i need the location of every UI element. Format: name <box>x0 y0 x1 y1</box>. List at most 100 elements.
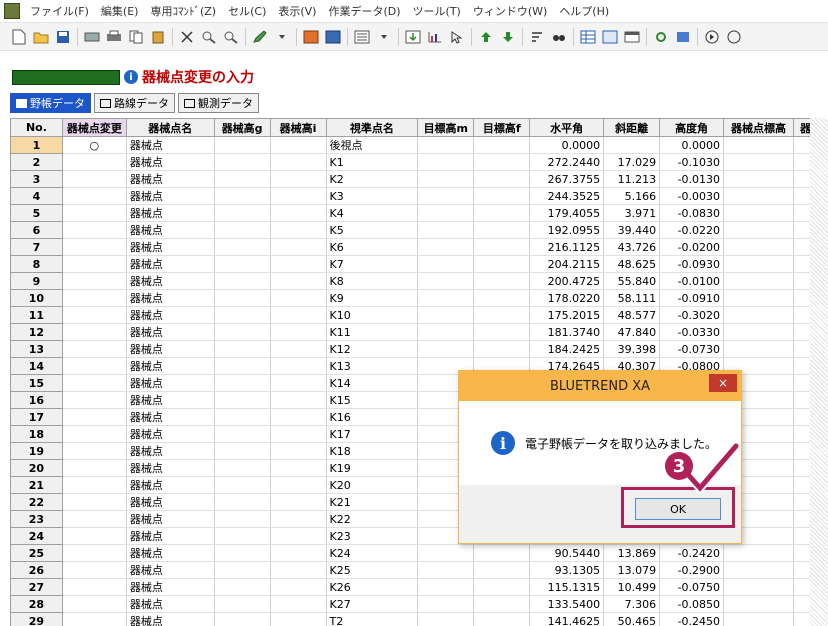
chart-icon[interactable] <box>425 27 445 47</box>
new-file-icon[interactable] <box>9 27 29 47</box>
dropdown-arrow-icon[interactable] <box>374 27 394 47</box>
table-cell[interactable]: 器械点 <box>126 221 215 239</box>
table-cell[interactable] <box>214 170 271 188</box>
table-row[interactable]: 2 器械点 K1 272.2440 17.029 -0.1030 <box>10 153 818 171</box>
table-cell[interactable] <box>473 578 531 596</box>
table-cell[interactable]: 50.465 <box>603 612 661 626</box>
table-cell[interactable] <box>214 238 271 256</box>
table-cell[interactable] <box>214 425 271 443</box>
table-cell[interactable]: K20 <box>326 476 419 494</box>
table-cell[interactable]: 58.111 <box>603 289 661 307</box>
table-cell[interactable] <box>723 153 794 171</box>
table-cell[interactable]: 器械点 <box>126 391 215 409</box>
grid-icon[interactable] <box>600 27 620 47</box>
print-icon[interactable] <box>104 27 124 47</box>
table-cell[interactable] <box>723 238 794 256</box>
table-cell[interactable] <box>417 544 475 562</box>
table-cell[interactable]: 器械点 <box>126 289 215 307</box>
table-cell[interactable]: K13 <box>326 357 419 375</box>
table-cell[interactable]: K14 <box>326 374 419 392</box>
close-icon[interactable]: × <box>709 374 737 392</box>
table-cell[interactable] <box>417 289 475 307</box>
table-cell[interactable] <box>62 187 127 205</box>
table-cell[interactable] <box>723 544 794 562</box>
table-row[interactable]: 9 器械点 K8 200.4725 55.840 -0.0100 <box>10 272 818 290</box>
table-cell[interactable]: K21 <box>326 493 419 511</box>
table-cell[interactable]: K23 <box>326 527 419 545</box>
table-cell[interactable] <box>270 374 327 392</box>
table-cell[interactable]: K6 <box>326 238 419 256</box>
table-cell[interactable]: -0.0030 <box>659 187 725 205</box>
table-cell[interactable] <box>62 323 127 341</box>
table-cell[interactable]: 5.166 <box>603 187 661 205</box>
table-cell[interactable] <box>473 204 531 222</box>
table-cell[interactable]: 器械点 <box>126 561 215 579</box>
table-cell[interactable]: -0.0200 <box>659 238 725 256</box>
table-cell[interactable] <box>473 323 531 341</box>
table-cell[interactable] <box>417 153 475 171</box>
table-cell[interactable]: K15 <box>326 391 419 409</box>
table-cell[interactable] <box>214 255 271 273</box>
table-cell[interactable]: 後視点 <box>326 136 419 154</box>
table-cell[interactable]: -0.2900 <box>659 561 725 579</box>
table-cell[interactable]: 133.5400 <box>529 595 605 613</box>
paste-icon[interactable] <box>148 27 168 47</box>
table-cell[interactable]: 器械点 <box>126 272 215 290</box>
table-cell[interactable] <box>417 255 475 273</box>
edit-icon[interactable] <box>250 27 270 47</box>
table-cell[interactable]: 器械点 <box>126 187 215 205</box>
table-cell[interactable] <box>214 357 271 375</box>
table-cell[interactable] <box>214 340 271 358</box>
settings-icon[interactable] <box>651 27 671 47</box>
table-cell[interactable] <box>417 612 475 626</box>
table-cell[interactable]: 器械点 <box>126 170 215 188</box>
table-cell[interactable]: 0.0000 <box>529 136 605 154</box>
menu-item[interactable]: ヘルプ(H) <box>553 3 615 19</box>
table-cell[interactable] <box>62 476 127 494</box>
table-cell[interactable] <box>214 459 271 477</box>
import-icon[interactable] <box>403 27 423 47</box>
table-row[interactable]: 28 器械点 K27 133.5400 7.306 -0.0850 <box>10 595 818 613</box>
table-cell[interactable] <box>417 306 475 324</box>
table-cell[interactable] <box>214 221 271 239</box>
table-cell[interactable]: 17.029 <box>603 153 661 171</box>
table-cell[interactable]: 141.4625 <box>529 612 605 626</box>
table-cell[interactable]: 器械点 <box>126 408 215 426</box>
table-cell[interactable]: K25 <box>326 561 419 579</box>
table-cell[interactable] <box>214 391 271 409</box>
table-cell[interactable] <box>473 544 531 562</box>
menu-item[interactable]: ファイル(F) <box>24 3 95 19</box>
table-cell[interactable] <box>473 187 531 205</box>
table-cell[interactable]: K16 <box>326 408 419 426</box>
table-cell[interactable]: -0.1030 <box>659 153 725 171</box>
column-header[interactable]: 視準点名 <box>325 118 419 137</box>
table-cell[interactable]: K2 <box>326 170 419 188</box>
table-row[interactable]: 12 器械点 K11 181.3740 47.840 -0.0330 <box>10 323 818 341</box>
table-cell[interactable]: -0.0130 <box>659 170 725 188</box>
table-cell[interactable] <box>62 578 127 596</box>
menu-item[interactable]: セル(C) <box>222 3 272 19</box>
move-down-icon[interactable] <box>498 27 518 47</box>
table-cell[interactable] <box>270 153 327 171</box>
zoom-in-icon[interactable] <box>199 27 219 47</box>
table-cell[interactable]: 器械点 <box>126 204 215 222</box>
table-cell[interactable] <box>603 136 661 154</box>
table-cell[interactable] <box>62 544 127 562</box>
table-cell[interactable] <box>270 459 327 477</box>
table-cell[interactable] <box>270 391 327 409</box>
table-cell[interactable] <box>270 289 327 307</box>
table-cell[interactable] <box>62 374 127 392</box>
table-cell[interactable]: -0.0910 <box>659 289 725 307</box>
table-cell[interactable] <box>270 425 327 443</box>
table-cell[interactable] <box>417 561 475 579</box>
table-cell[interactable] <box>62 170 127 188</box>
table-cell[interactable] <box>723 323 794 341</box>
table-cell[interactable]: -0.0750 <box>659 578 725 596</box>
table-cell[interactable] <box>62 357 127 375</box>
column-header[interactable]: 斜距離 <box>603 118 661 137</box>
table-cell[interactable]: 192.0955 <box>529 221 605 239</box>
table-cell[interactable] <box>723 340 794 358</box>
table-cell[interactable] <box>62 425 127 443</box>
column-header[interactable]: 器械点名 <box>125 118 215 137</box>
table-cell[interactable] <box>214 204 271 222</box>
